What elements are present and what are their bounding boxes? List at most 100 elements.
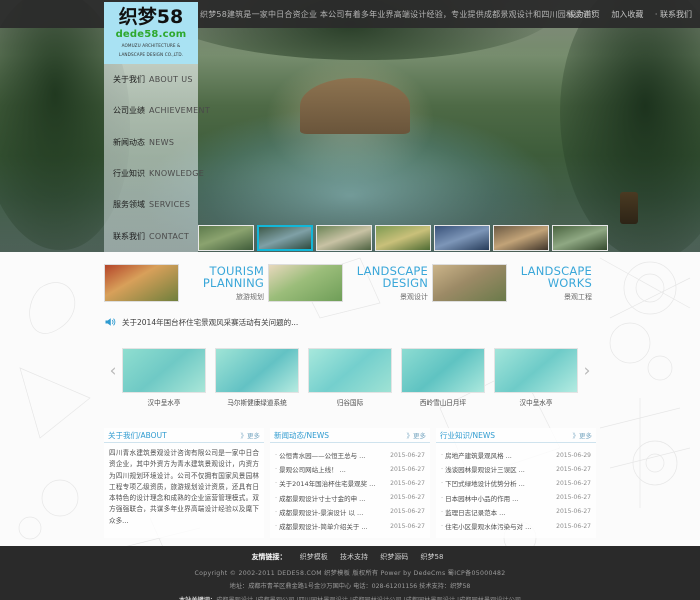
news-list-item[interactable]: ·关于2014年国治杯住宅景观奖 ...2015-06-27 xyxy=(275,476,425,490)
top-link-sethome[interactable]: 设为首页 xyxy=(568,10,600,19)
nav-item-about-cn: 关于我们 xyxy=(113,74,145,85)
gallery-caption: 汉中呈水亭 xyxy=(494,397,578,407)
knowledge-item-title: 浅谈园林景观设计三误区 ... xyxy=(445,464,552,474)
service-tourism-image xyxy=(104,264,179,302)
friend-links-row: 友情链接： 织梦模板 技术支持 织梦源码 织梦58 xyxy=(0,552,700,562)
project-gallery: ‹ 汉中呈水亭 马尔斯健康绿道系统 归谷国际 西岭雪山日月坪 汉中呈水亭 xyxy=(104,348,596,412)
main-navigation: 关于我们 ABOUT US 公司业绩 ACHIEVEMENT 新闻动态 NEWS… xyxy=(104,64,198,252)
gallery-caption: 马尔斯健康绿道系统 xyxy=(215,397,299,407)
column-news: 新闻动态/NEWS 》更多 ·公恒青水园——公恒王总与 ...2015-06-2… xyxy=(270,428,430,538)
friend-links-label: 友情链接： xyxy=(252,553,287,561)
gallery-next-arrow-icon[interactable]: › xyxy=(578,348,596,393)
gallery-item[interactable]: 汉中呈水亭 xyxy=(122,348,206,407)
nav-item-news[interactable]: 新闻动态 NEWS xyxy=(104,127,198,158)
announcement-text[interactable]: 关于2014年国台杯住宅景观风采赛活动有关问题的... xyxy=(122,317,298,328)
service-design-en-2: DESIGN xyxy=(343,277,428,289)
news-item-date: 2015-06-27 xyxy=(390,523,425,530)
hero-thumbnail-4[interactable] xyxy=(375,225,431,251)
friend-link-3[interactable]: 织梦源码 xyxy=(380,553,408,561)
announcement-bar: 关于2014年国台杯住宅景观风采赛活动有关问题的... xyxy=(104,312,596,332)
friend-link-1[interactable]: 织梦模板 xyxy=(300,553,328,561)
knowledge-list-item[interactable]: ·房地产建筑景观风格 ...2015-06-29 xyxy=(441,448,591,462)
hero-thumbnail-2[interactable] xyxy=(257,225,313,251)
hero-thumbnail-6[interactable] xyxy=(493,225,549,251)
service-design-en-1: LANDSCAPE xyxy=(343,265,428,277)
friend-link-2[interactable]: 技术支持 xyxy=(340,553,368,561)
knowledge-list-item[interactable]: ·日本园林中小品的作用 ...2015-06-27 xyxy=(441,491,591,505)
knowledge-item-date: 2015-06-27 xyxy=(556,466,591,473)
column-news-more-link[interactable]: 》更多 xyxy=(407,430,427,440)
site-footer: 友情链接： 织梦模板 技术支持 织梦源码 织梦58 Copyright © 20… xyxy=(0,546,700,600)
hero-thumbnail-1[interactable] xyxy=(198,225,254,251)
news-item-title: 成都景观设计-简单介绍关于 ... xyxy=(279,521,386,531)
gallery-item[interactable]: 西岭雪山日月坪 xyxy=(401,348,485,407)
knowledge-list-item[interactable]: ·住宅小区景观水体污染与对 ...2015-06-27 xyxy=(441,519,591,533)
news-list-item[interactable]: ·成都景观设计-景演设计 以 ...2015-06-27 xyxy=(275,505,425,519)
news-item-date: 2015-06-27 xyxy=(390,480,425,487)
knowledge-list-item[interactable]: ·下凹式绿地设计优势分析 ...2015-06-27 xyxy=(441,476,591,490)
gallery-prev-arrow-icon[interactable]: ‹ xyxy=(104,348,122,393)
top-link-favorite[interactable]: 加入收藏 xyxy=(611,10,643,19)
gallery-item[interactable]: 归谷国际 xyxy=(308,348,392,407)
bullet-icon: · xyxy=(275,522,277,530)
hero-thumbnail-7[interactable] xyxy=(552,225,608,251)
hero-thumbnail-5[interactable] xyxy=(434,225,490,251)
page-root: 织梦58建筑是一家中日合资企业 本公司有着多年业界高端设计经验，专业提供成都景观… xyxy=(0,0,700,600)
knowledge-list-item[interactable]: ·监理日志记录范本 ...2015-06-27 xyxy=(441,505,591,519)
service-works-cn: 景观工程 xyxy=(507,292,592,302)
column-about: 关于我们/ABOUT 》更多 四川青水建筑景观设计咨询有限公司是一家中日合资企业… xyxy=(104,428,264,538)
knowledge-item-title: 监理日志记录范本 ... xyxy=(445,507,552,517)
news-item-title: 成都景观设计-景演设计 以 ... xyxy=(279,507,386,517)
nav-item-achievement[interactable]: 公司业绩 ACHIEVEMENT xyxy=(104,95,198,126)
nav-item-about[interactable]: 关于我们 ABOUT US xyxy=(104,64,198,95)
nav-item-knowledge[interactable]: 行业知识 KNOWLEDGE xyxy=(104,158,198,189)
bullet-icon: · xyxy=(441,451,443,459)
column-knowledge-more-link[interactable]: 》更多 xyxy=(573,430,593,440)
news-list-item[interactable]: ·景观公司网站上线！ ...2015-06-27 xyxy=(275,462,425,476)
nav-item-services-en: SERVICES xyxy=(149,200,190,209)
nav-item-about-en: ABOUT US xyxy=(149,75,193,84)
service-design-cn: 景观设计 xyxy=(343,292,428,302)
knowledge-item-title: 下凹式绿地设计优势分析 ... xyxy=(445,478,552,488)
bullet-icon: · xyxy=(275,465,277,473)
service-landscape-design[interactable]: LANDSCAPE DESIGN 景观设计 xyxy=(268,262,432,304)
knowledge-list-item[interactable]: ·浅谈园林景观设计三误区 ... 2015-06-27 xyxy=(441,462,591,476)
service-tourism-en-2: PLANNING xyxy=(179,277,264,289)
knowledge-item-date: 2015-06-27 xyxy=(556,508,591,515)
friend-link-4[interactable]: 织梦58 xyxy=(421,553,444,561)
pavilion-shape xyxy=(300,78,410,134)
column-knowledge-title: 行业知识/NEWS xyxy=(440,430,495,441)
news-list-item[interactable]: ·公恒青水园——公恒王总与 ...2015-06-27 xyxy=(275,448,425,462)
news-item-date: 2015-06-27 xyxy=(390,452,425,459)
service-tourism-cn: 旅游规划 xyxy=(179,292,264,302)
service-landscape-works[interactable]: LANDSCAPE WORKS 景观工程 xyxy=(432,262,596,304)
site-logo[interactable]: 织梦58 dede58.com AOMUZU ARCHITECTURE & LA… xyxy=(104,2,198,64)
column-about-title: 关于我们/ABOUT xyxy=(108,430,167,441)
hero-thumbnail-3[interactable] xyxy=(316,225,372,251)
nav-item-news-cn: 新闻动态 xyxy=(113,137,145,148)
news-list-item[interactable]: ·成都景观设计寸士寸金的申 ... 2015-06-27 xyxy=(275,491,425,505)
bullet-icon: · xyxy=(275,494,277,502)
bullet-icon: · xyxy=(275,479,277,487)
news-list-item[interactable]: ·成都景观设计-简单介绍关于 ... 2015-06-27 xyxy=(275,519,425,533)
news-item-title: 公恒青水园——公恒王总与 ... xyxy=(279,450,386,460)
service-tourism-planning[interactable]: TOURISM PLANNING 旅游规划 xyxy=(104,262,268,304)
nav-item-services[interactable]: 服务领域 SERVICES xyxy=(104,189,198,220)
knowledge-item-date: 2015-06-27 xyxy=(556,494,591,501)
news-item-date: 2015-06-27 xyxy=(390,508,425,515)
bullet-icon: · xyxy=(441,479,443,487)
gallery-item[interactable]: 汉中呈水亭 xyxy=(494,348,578,407)
top-link-contact[interactable]: · 联系我们 xyxy=(655,10,692,19)
service-design-image xyxy=(268,264,343,302)
service-works-en-1: LANDSCAPE xyxy=(507,265,592,277)
bullet-icon: · xyxy=(441,465,443,473)
column-about-more-link[interactable]: 》更多 xyxy=(241,430,261,440)
knowledge-list: ·房地产建筑景观风格 ...2015-06-29 ·浅谈园林景观设计三误区 ..… xyxy=(441,448,591,533)
news-item-title: 成都景观设计寸士寸金的申 ... xyxy=(279,493,386,503)
column-knowledge-header: 行业知识/NEWS 》更多 xyxy=(436,428,596,443)
service-works-image xyxy=(432,264,507,302)
gallery-item[interactable]: 马尔斯健康绿道系统 xyxy=(215,348,299,407)
nav-item-contact[interactable]: 联系我们 CONTACT xyxy=(104,220,198,251)
news-item-date: 2015-06-27 xyxy=(390,494,425,501)
gallery-caption: 归谷国际 xyxy=(308,397,392,407)
